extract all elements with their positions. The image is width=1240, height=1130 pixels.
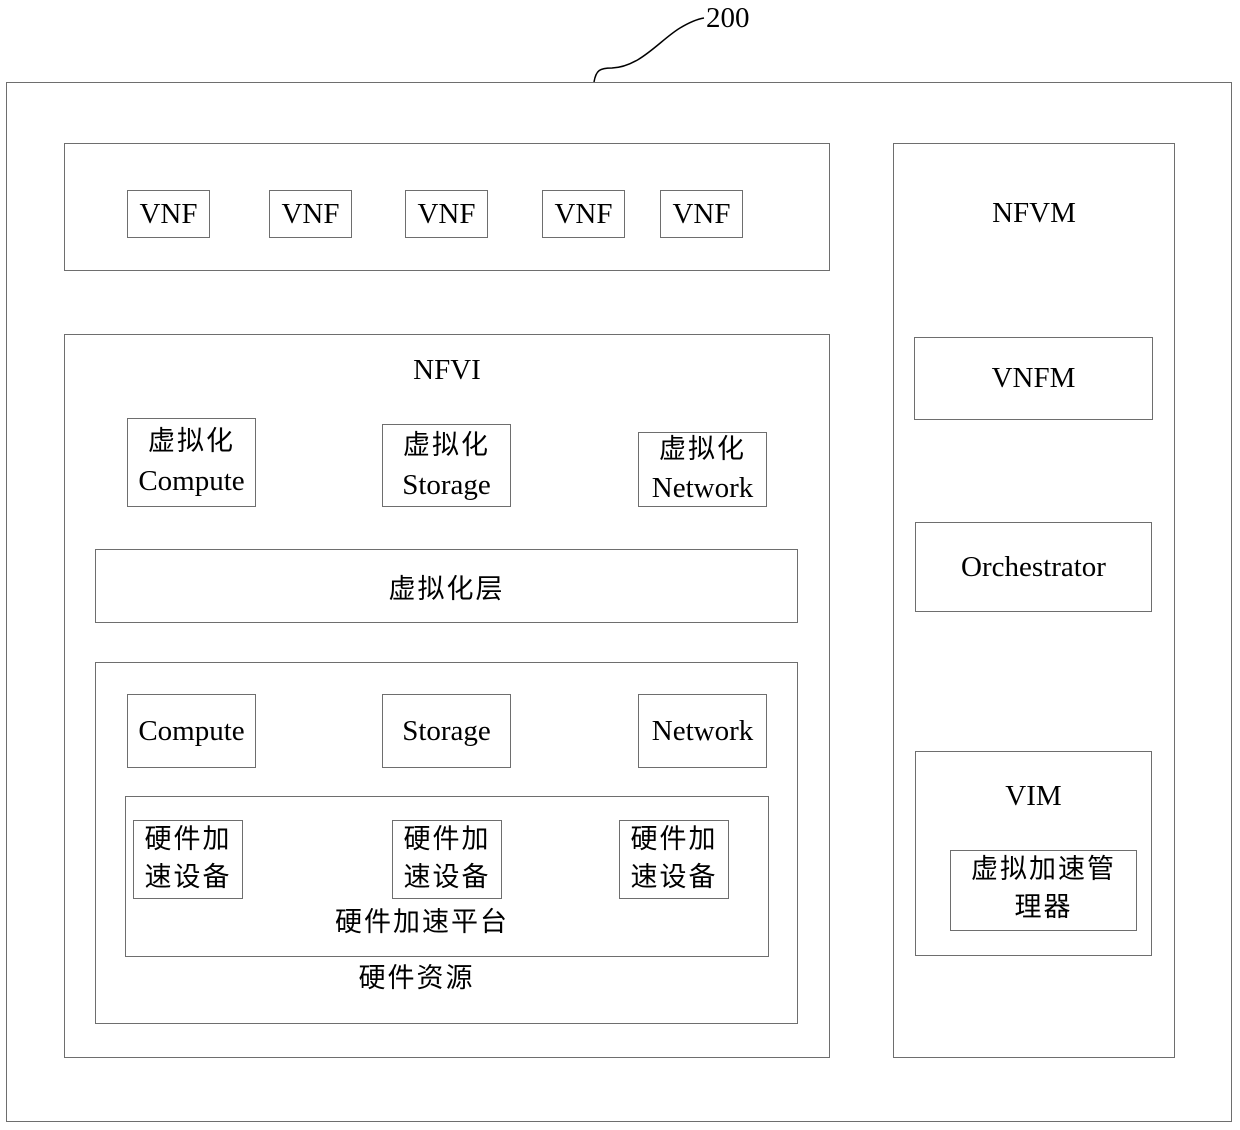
virtualization-layer: 虚拟化层 <box>95 549 798 623</box>
device-line2: 速设备 <box>630 862 718 892</box>
acceleration-platform-title: 硬件加速平台 <box>335 907 509 937</box>
virtual-network-box: 虚拟化 Network <box>638 432 767 507</box>
nfvm-title: NFVM <box>992 197 1076 229</box>
virtual-compute-line2: Compute <box>138 465 245 497</box>
device-line1: 硬件加 <box>630 824 718 854</box>
vim-box: VIM 虚拟加速管 理器 <box>915 751 1152 956</box>
virtual-network-line2: Network <box>651 472 754 504</box>
device-line2: 速设备 <box>144 862 232 892</box>
vnf-box: VNF <box>269 190 352 238</box>
hardware-acceleration-device: 硬件加 速设备 <box>392 820 502 899</box>
vnf-box: VNF <box>660 190 743 238</box>
virtual-compute-line1: 虚拟化 <box>148 426 235 456</box>
vim-title: VIM <box>1005 780 1062 812</box>
manager-line2: 理器 <box>1014 892 1073 922</box>
hardware-storage-box: Storage <box>382 694 511 768</box>
virtual-acceleration-manager: 虚拟加速管 理器 <box>950 850 1137 931</box>
vnf-box: VNF <box>405 190 488 238</box>
virtual-storage-line1: 虚拟化 <box>403 430 490 460</box>
orchestrator-box: Orchestrator <box>915 522 1152 612</box>
hardware-acceleration-device: 硬件加 速设备 <box>619 820 729 899</box>
vnf-box: VNF <box>542 190 625 238</box>
vnf-box: VNF <box>127 190 210 238</box>
device-line1: 硬件加 <box>403 824 491 854</box>
virtual-storage-line2: Storage <box>402 469 491 501</box>
device-line2: 速设备 <box>403 862 491 892</box>
vnfm-box: VNFM <box>914 337 1153 420</box>
nfvi-title: NFVI <box>413 354 481 386</box>
virtual-network-line1: 虚拟化 <box>659 434 746 464</box>
virtual-storage-box: 虚拟化 Storage <box>382 424 511 507</box>
hardware-resources-title: 硬件资源 <box>358 963 475 993</box>
virtual-compute-box: 虚拟化 Compute <box>127 418 256 507</box>
reference-numeral: 200 <box>706 2 750 34</box>
hardware-acceleration-device: 硬件加 速设备 <box>133 820 243 899</box>
hardware-compute-box: Compute <box>127 694 256 768</box>
hardware-network-box: Network <box>638 694 767 768</box>
manager-line1: 虚拟加速管 <box>971 854 1116 884</box>
device-line1: 硬件加 <box>144 824 232 854</box>
